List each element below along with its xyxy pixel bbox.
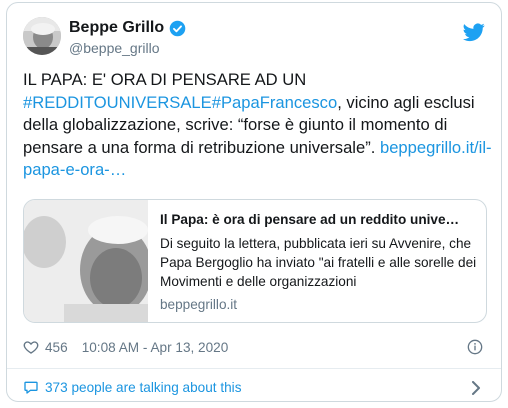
divider bbox=[7, 368, 501, 369]
tweet-text-start: IL PAPA: E' ORA DI PENSARE AD UN bbox=[23, 70, 307, 89]
link-card-description: Di seguito la lettera, pubblicata ieri s… bbox=[160, 236, 477, 289]
author-name[interactable]: Beppe Grillo bbox=[69, 19, 164, 37]
avatar[interactable] bbox=[23, 17, 61, 55]
heart-icon[interactable] bbox=[23, 339, 39, 355]
hashtag-papafrancesco[interactable]: #PapaFrancesco bbox=[212, 93, 337, 112]
comment-bubble-icon bbox=[24, 381, 38, 394]
link-preview-card[interactable]: Il Papa: è ora di pensare ad un reddito … bbox=[23, 199, 487, 323]
embedded-tweet: Beppe Grillo @beppe_grillo IL PAPA: E' O… bbox=[6, 2, 502, 402]
chevron-right-icon[interactable] bbox=[471, 381, 481, 395]
link-card-title: Il Papa: è ora di pensare ad un reddito … bbox=[160, 212, 460, 227]
like-count[interactable]: 456 bbox=[45, 340, 68, 355]
link-card-domain: beppegrillo.it bbox=[160, 297, 238, 312]
timestamp[interactable]: 10:08 AM - Apr 13, 2020 bbox=[82, 340, 229, 355]
conversation-link[interactable]: 373 people are talking about this bbox=[23, 379, 242, 395]
info-icon[interactable] bbox=[467, 339, 483, 355]
link-thumbnail bbox=[24, 200, 152, 322]
tweet-text: IL PAPA: E' ORA DI PENSARE AD UN #REDDIT… bbox=[23, 69, 493, 182]
tweet-meta: 456 10:08 AM - Apr 13, 2020 bbox=[23, 337, 228, 357]
author-handle[interactable]: @beppe_grillo bbox=[69, 40, 160, 56]
twitter-bird-icon[interactable] bbox=[463, 23, 485, 42]
talking-count-label: 373 people are talking about this bbox=[45, 379, 242, 395]
hashtag-redditouniversale[interactable]: #REDDITOUNIVERSALE bbox=[23, 93, 212, 112]
verified-badge-icon bbox=[169, 20, 186, 37]
